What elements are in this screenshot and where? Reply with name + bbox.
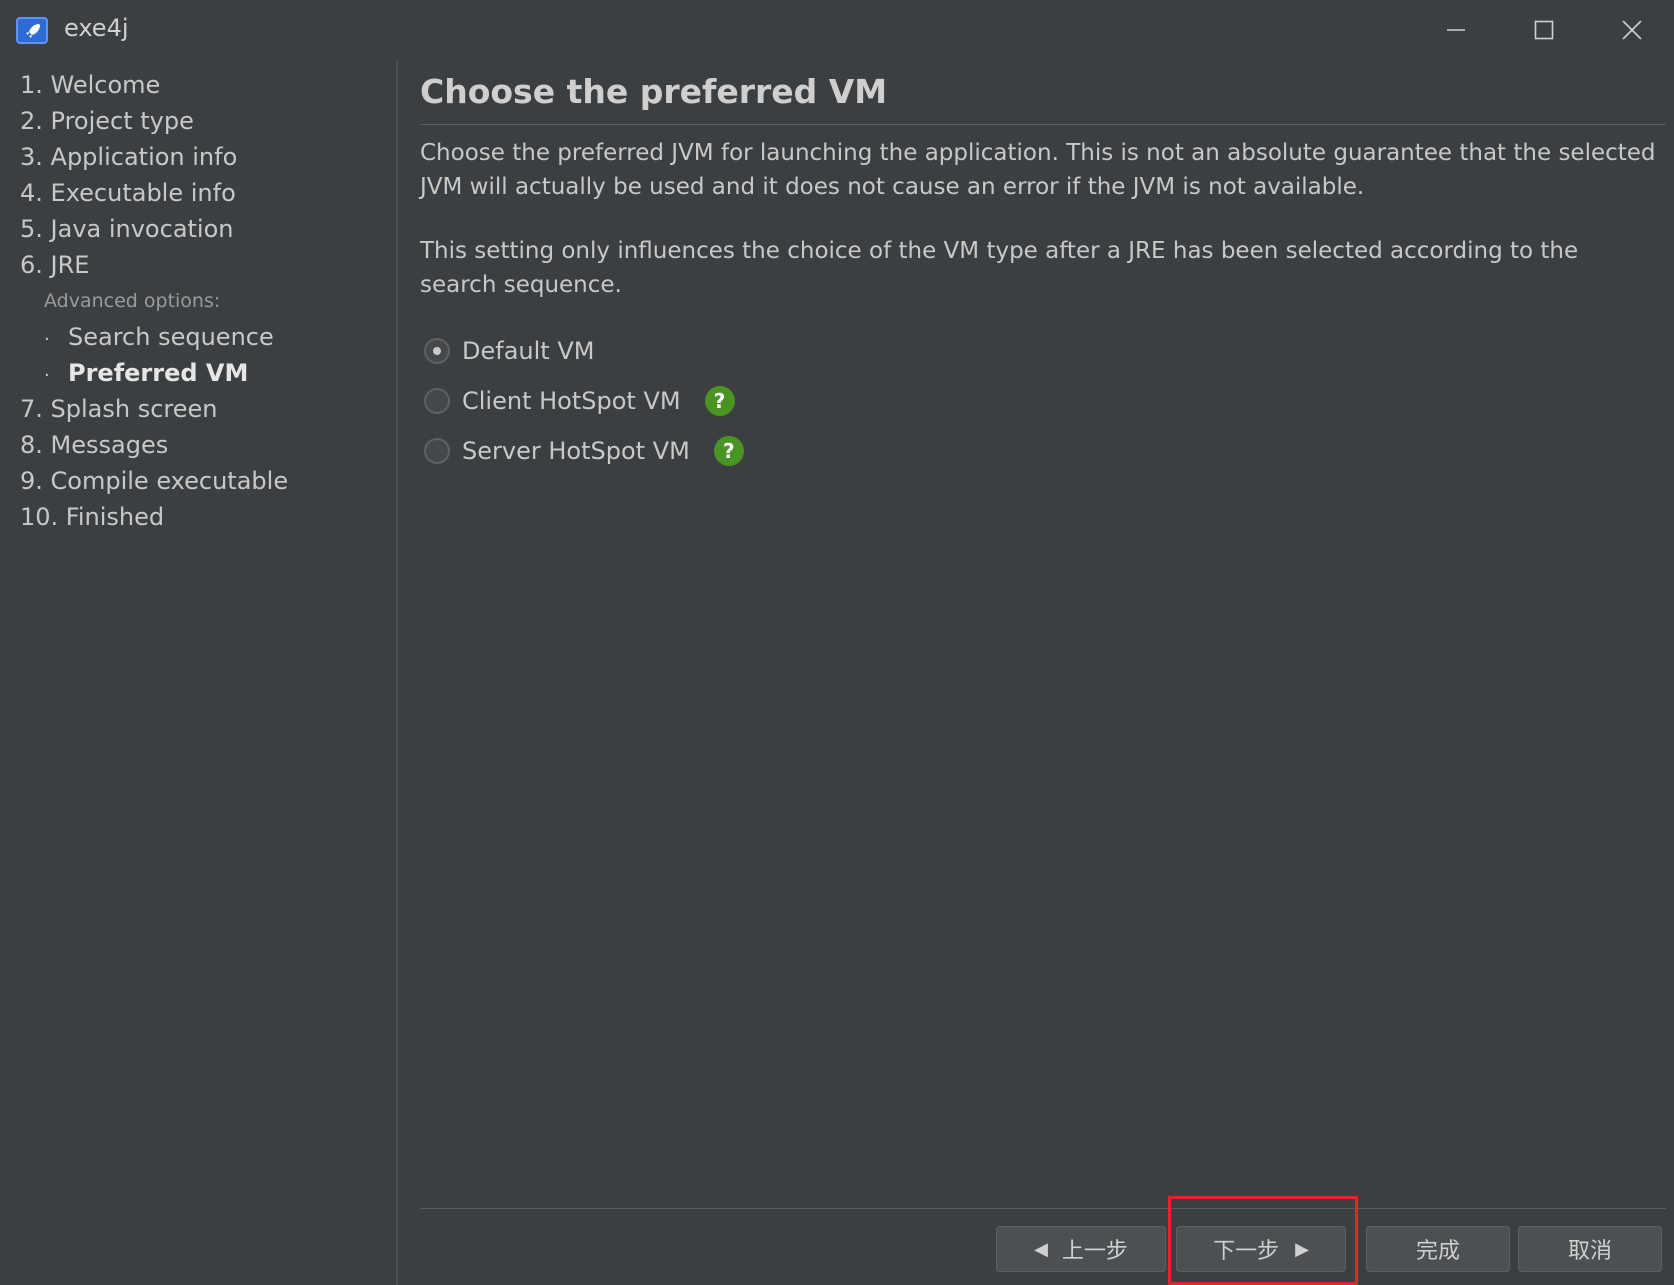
sidebar-item-java-invocation[interactable]: 5. Java invocation xyxy=(20,215,234,243)
sidebar-item-jre[interactable]: 6. JRE xyxy=(20,251,89,279)
back-button-label: 上一步 xyxy=(1061,1239,1128,1264)
minimize-button[interactable] xyxy=(1412,0,1500,60)
finish-button-label: 完成 xyxy=(1415,1239,1460,1264)
radio-button[interactable] xyxy=(424,388,450,414)
back-button[interactable]: ◀ 上一步 xyxy=(996,1226,1166,1272)
note-paragraph: This setting only influences the choice … xyxy=(420,238,1579,298)
finish-button[interactable]: 完成 xyxy=(1366,1226,1510,1272)
radio-label: Default VM xyxy=(462,337,595,365)
sidebar-item-welcome[interactable]: 1. Welcome xyxy=(20,71,160,99)
sidebar-item-preferred-vm[interactable]: · Preferred VM xyxy=(44,359,248,387)
window-title: exe4j xyxy=(64,14,129,42)
radio-label: Client HotSpot VM xyxy=(462,387,681,415)
wizard-steps-sidebar: 1. Welcome 2. Project type 3. Applicatio… xyxy=(0,66,396,1285)
sidebar-item-splash-screen[interactable]: 7. Splash screen xyxy=(20,395,218,423)
cancel-button-label: 取消 xyxy=(1567,1239,1612,1264)
radio-server-hotspot-vm[interactable]: Server HotSpot VM ? xyxy=(424,434,744,468)
sidebar-divider xyxy=(396,60,398,1285)
sidebar-item-search-sequence[interactable]: · Search sequence xyxy=(44,323,274,351)
radio-label: Server HotSpot VM xyxy=(462,437,690,465)
sidebar-item-finished[interactable]: 10. Finished xyxy=(20,503,164,531)
close-icon xyxy=(1622,20,1642,40)
cancel-button[interactable]: 取消 xyxy=(1518,1226,1662,1272)
radio-button[interactable] xyxy=(424,338,450,364)
rocket-icon xyxy=(16,17,48,44)
footer-divider xyxy=(420,1208,1666,1209)
exe4j-window: exe4j 1. Welcome 2. Project type 3. Appl… xyxy=(0,0,1674,1285)
title-divider xyxy=(420,124,1666,125)
radio-default-vm[interactable]: Default VM xyxy=(424,334,594,368)
sidebar-item-label: Preferred VM xyxy=(68,359,249,387)
next-button-highlight xyxy=(1168,1196,1358,1285)
sidebar-item-executable-info[interactable]: 4. Executable info xyxy=(20,179,236,207)
page-title: Choose the preferred VM xyxy=(420,72,888,111)
radio-button[interactable] xyxy=(424,438,450,464)
minimize-icon xyxy=(1447,29,1465,31)
sidebar-item-label: Search sequence xyxy=(68,323,274,351)
bullet-dot: · xyxy=(44,329,50,350)
bullet-dot: · xyxy=(44,365,50,386)
help-icon[interactable]: ? xyxy=(713,436,744,466)
maximize-button[interactable] xyxy=(1500,0,1588,60)
title-bar: exe4j xyxy=(0,0,1674,60)
description-paragraph: Choose the preferred JVM for launching t… xyxy=(420,140,1656,200)
close-button[interactable] xyxy=(1588,0,1674,60)
sidebar-item-application-info[interactable]: 3. Application info xyxy=(20,143,237,171)
maximize-icon xyxy=(1534,20,1554,40)
sidebar-item-compile-executable[interactable]: 9. Compile executable xyxy=(20,467,288,495)
arrow-left-icon: ◀ xyxy=(1034,1238,1048,1260)
advanced-options-heading: Advanced options: xyxy=(44,290,221,312)
sidebar-item-project-type[interactable]: 2. Project type xyxy=(20,107,194,135)
sidebar-item-messages[interactable]: 8. Messages xyxy=(20,431,168,459)
help-icon[interactable]: ? xyxy=(704,386,735,416)
radio-client-hotspot-vm[interactable]: Client HotSpot VM ? xyxy=(424,384,735,418)
